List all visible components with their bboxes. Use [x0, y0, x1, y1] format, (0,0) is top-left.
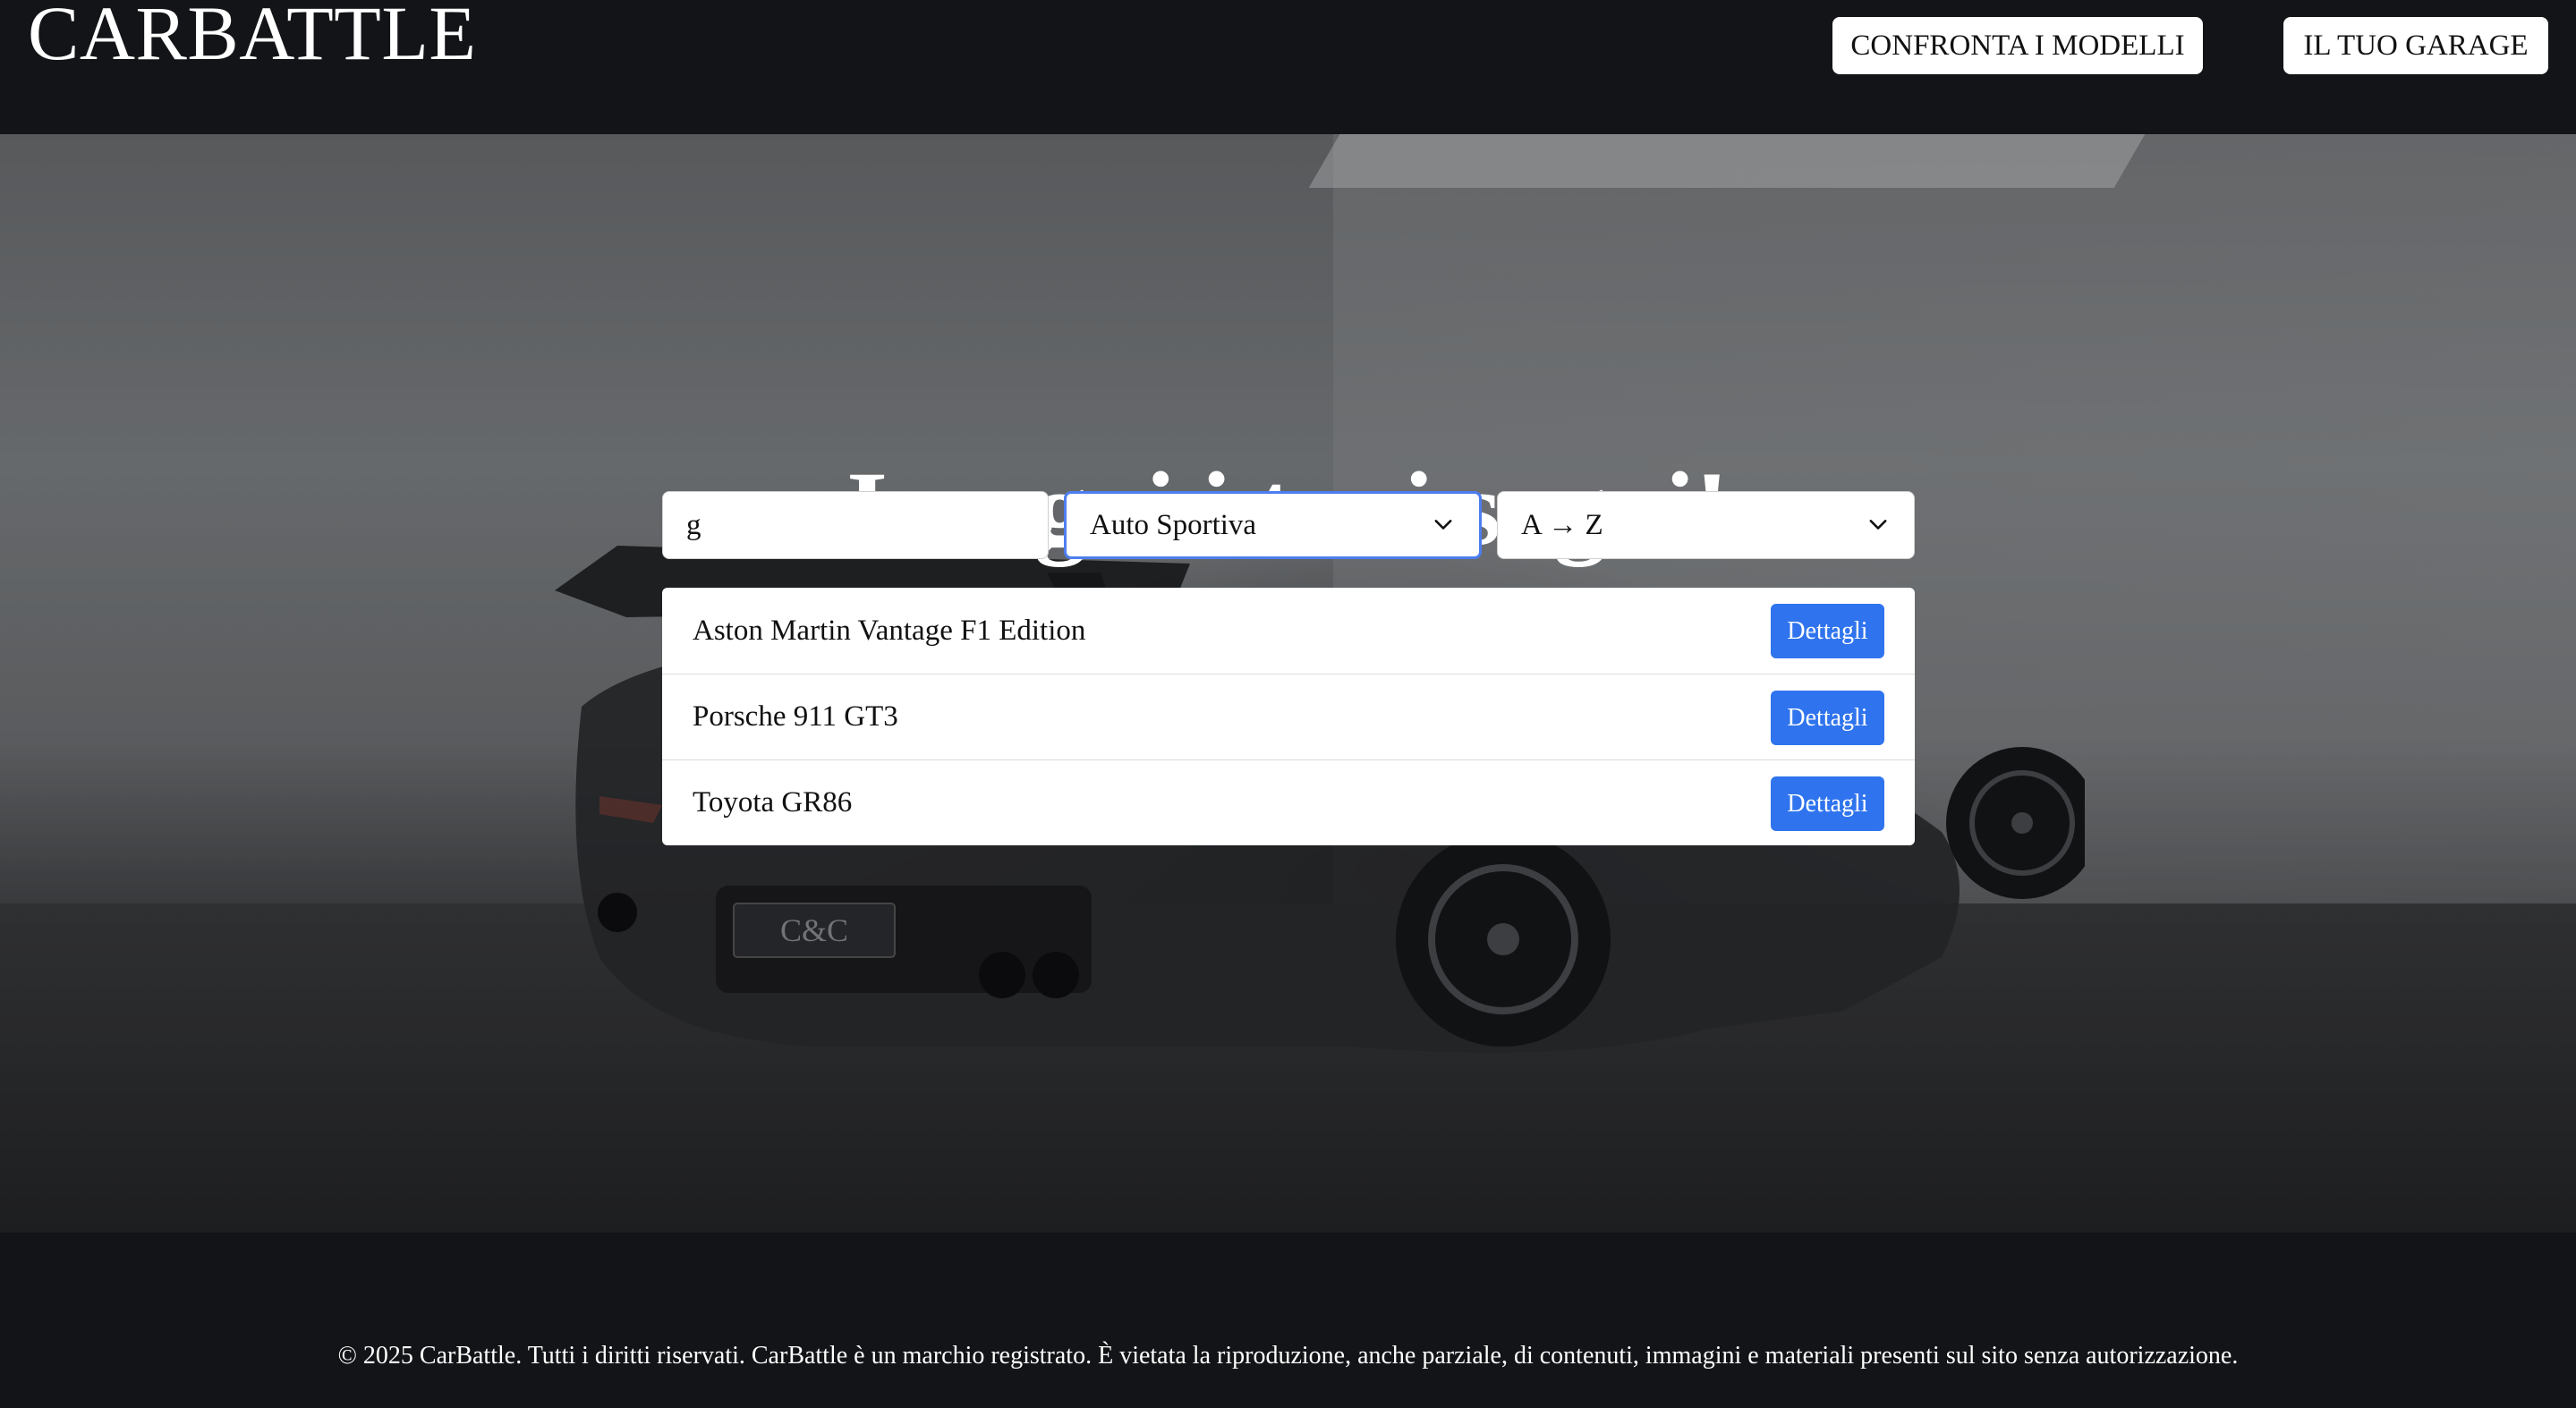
details-button[interactable]: Dettagli	[1771, 604, 1884, 658]
chevron-down-icon	[1869, 520, 1887, 530]
car-name: Aston Martin Vantage F1 Edition	[693, 614, 1086, 647]
your-garage-button[interactable]: IL TUO GARAGE	[2283, 17, 2548, 74]
sort-select-value: A → Z	[1521, 508, 1603, 541]
details-button[interactable]: Dettagli	[1771, 691, 1884, 745]
list-item: Porsche 911 GT3 Dettagli	[662, 674, 1915, 759]
category-select[interactable]: Auto Sportiva	[1064, 491, 1482, 559]
chevron-down-icon	[1434, 520, 1452, 530]
site-footer: © 2025 CarBattle. Tutti i diritti riserv…	[0, 1233, 2576, 1408]
site-header: CARBATTLE CONFRONTA I MODELLI IL TUO GAR…	[0, 0, 2576, 134]
page: CARBATTLE CONFRONTA I MODELLI IL TUO GAR…	[0, 0, 2576, 1408]
list-item: Aston Martin Vantage F1 Edition Dettagli	[662, 588, 1915, 674]
results-list: Aston Martin Vantage F1 Edition Dettagli…	[662, 588, 1915, 845]
sort-select[interactable]: A → Z	[1497, 491, 1915, 559]
list-item: Toyota GR86 Dettagli	[662, 759, 1915, 845]
compare-models-button[interactable]: CONFRONTA I MODELLI	[1832, 17, 2203, 74]
car-name: Toyota GR86	[693, 786, 853, 819]
car-name: Porsche 911 GT3	[693, 700, 898, 733]
category-select-value: Auto Sportiva	[1090, 508, 1257, 541]
site-logo[interactable]: CARBATTLE	[28, 0, 476, 72]
copyright-text: © 2025 CarBattle. Tutti i diritti riserv…	[337, 1342, 2239, 1370]
search-input[interactable]	[662, 491, 1049, 559]
details-button[interactable]: Dettagli	[1771, 776, 1884, 831]
